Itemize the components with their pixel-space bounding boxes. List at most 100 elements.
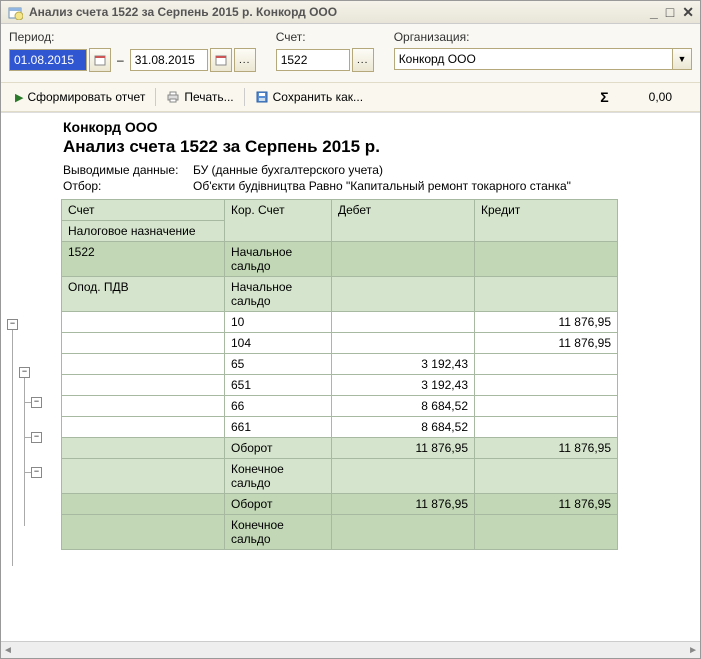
account-select-button[interactable]: ...	[352, 48, 374, 72]
outline-toggle[interactable]: −	[31, 397, 42, 408]
filter-label: Отбор:	[63, 179, 193, 193]
cell-credit	[475, 396, 618, 417]
cell-sub-turnover-debit: 11 876,95	[332, 438, 475, 459]
separator	[155, 88, 156, 106]
account-label: Счет:	[276, 30, 374, 44]
cell-start-bal-sub: Начальное сальдо	[225, 277, 332, 312]
cell-main-turnover-label: Оборот	[225, 494, 332, 515]
play-icon: ▶	[15, 91, 23, 104]
cell-start-bal: Начальное сальдо	[225, 242, 332, 277]
cell	[62, 354, 225, 375]
cell-debit: 8 684,52	[332, 417, 475, 438]
cell	[62, 312, 225, 333]
cell-sub-endbal-label: Конечное сальдо	[225, 459, 332, 494]
org-input[interactable]	[395, 49, 672, 69]
col-account: Счет	[62, 200, 225, 221]
scroll-left-icon[interactable]: ◄	[3, 645, 13, 656]
report-area: − − − − − Конкорд ООО Анализ счета 1522 …	[1, 112, 700, 641]
report-table: Счет Кор. Счет Дебет Кредит Налоговое на…	[61, 199, 618, 550]
cell	[475, 277, 618, 312]
cell-credit	[475, 354, 618, 375]
window-title: Анализ счета 1522 за Серпень 2015 р. Кон…	[29, 5, 650, 19]
cell-main-turnover-credit: 11 876,95	[475, 494, 618, 515]
date-to-picker-button[interactable]	[210, 48, 232, 72]
cell	[62, 417, 225, 438]
cell-kor: 104	[225, 333, 332, 354]
cell	[332, 459, 475, 494]
cell	[332, 242, 475, 277]
close-button[interactable]: ✕	[682, 4, 694, 21]
period-select-button[interactable]: ...	[234, 48, 256, 72]
cell-kor: 65	[225, 354, 332, 375]
col-debit: Дебет	[332, 200, 475, 242]
org-label: Организация:	[394, 30, 692, 44]
cell	[475, 515, 618, 550]
cell-tax-group: Опод. ПДВ	[62, 277, 225, 312]
cell-credit: 11 876,95	[475, 312, 618, 333]
outline-toggle[interactable]: −	[31, 467, 42, 478]
filter-value: Об'єкти будівництва Равно "Капитальный р…	[193, 179, 571, 193]
save-as-button[interactable]: Сохранить как...	[249, 87, 369, 107]
scroll-right-icon[interactable]: ►	[688, 645, 698, 656]
outline-margin: − − − − −	[1, 113, 61, 641]
cell	[62, 375, 225, 396]
separator	[244, 88, 245, 106]
cell	[475, 459, 618, 494]
print-button[interactable]: Печать...	[160, 87, 239, 107]
cell-main-endbal-label: Конечное сальдо	[225, 515, 332, 550]
cell	[62, 459, 225, 494]
outline-toggle[interactable]: −	[7, 319, 18, 330]
cell-sub-turnover-label: Оборот	[225, 438, 332, 459]
cell-kor: 651	[225, 375, 332, 396]
printer-icon	[166, 90, 180, 104]
cell-debit: 3 192,43	[332, 354, 475, 375]
action-bar: ▶ Сформировать отчет Печать... Сохранить…	[1, 82, 700, 112]
outline-toggle[interactable]: −	[19, 367, 30, 378]
cell	[332, 515, 475, 550]
cell	[332, 277, 475, 312]
cell-debit	[332, 333, 475, 354]
horizontal-scrollbar[interactable]: ◄ ►	[1, 641, 700, 658]
cell-debit: 3 192,43	[332, 375, 475, 396]
maximize-button[interactable]: □	[666, 4, 674, 21]
save-icon	[255, 90, 269, 104]
cell-kor: 66	[225, 396, 332, 417]
date-from-picker-button[interactable]	[89, 48, 111, 72]
cell	[62, 515, 225, 550]
col-tax: Налоговое назначение	[62, 221, 225, 242]
output-data-label: Выводимые данные:	[63, 163, 193, 177]
org-dropdown-icon[interactable]: ▼	[672, 49, 691, 69]
report-body: Конкорд ООО Анализ счета 1522 за Серпень…	[61, 113, 700, 641]
form-report-button[interactable]: ▶ Сформировать отчет	[9, 87, 151, 107]
cell	[62, 396, 225, 417]
date-to-input[interactable]	[130, 49, 208, 71]
report-org: Конкорд ООО	[63, 119, 698, 135]
cell-kor: 10	[225, 312, 332, 333]
titlebar: Анализ счета 1522 за Серпень 2015 р. Кон…	[1, 1, 700, 24]
cell-sub-turnover-credit: 11 876,95	[475, 438, 618, 459]
filter-bar: Период: – ... Счет: ... Организация: ▼	[1, 24, 700, 72]
col-credit: Кредит	[475, 200, 618, 242]
sum-value: 0,00	[649, 90, 672, 104]
cell-credit	[475, 417, 618, 438]
cell-debit	[332, 312, 475, 333]
cell-debit: 8 684,52	[332, 396, 475, 417]
cell-credit	[475, 375, 618, 396]
cell-main-acct: 1522	[62, 242, 225, 277]
cell	[62, 494, 225, 515]
minimize-button[interactable]: _	[650, 4, 658, 21]
sum-icon: Σ	[600, 89, 608, 105]
output-data-value: БУ (данные бухгалтерского учета)	[193, 163, 383, 177]
period-label: Период:	[9, 30, 256, 44]
cell	[62, 438, 225, 459]
col-kor: Кор. Счет	[225, 200, 332, 242]
cell	[62, 333, 225, 354]
outline-toggle[interactable]: −	[31, 432, 42, 443]
account-input[interactable]	[276, 49, 350, 71]
cell-credit: 11 876,95	[475, 333, 618, 354]
date-range-dash: –	[113, 53, 128, 67]
date-from-input[interactable]	[9, 49, 87, 71]
org-combo[interactable]: ▼	[394, 48, 692, 70]
cell	[475, 242, 618, 277]
cell-main-turnover-debit: 11 876,95	[332, 494, 475, 515]
